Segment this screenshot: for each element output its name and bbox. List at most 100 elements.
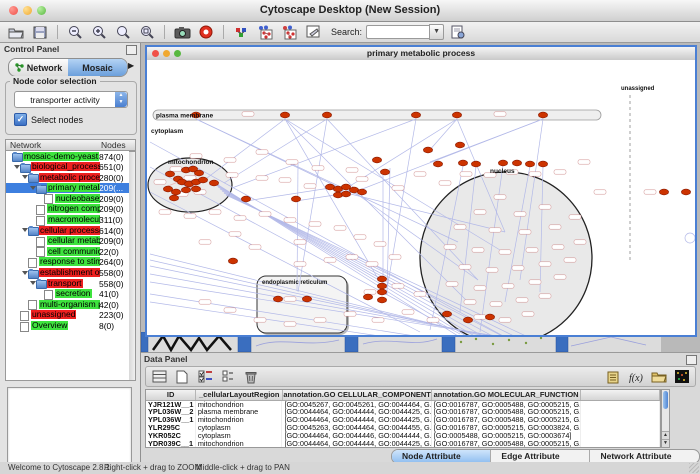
tree-row-unassigned[interactable]: unassigned223(0) xyxy=(6,310,129,321)
table-cell[interactable]: plasma membrane xyxy=(196,408,283,416)
zoom-fit-icon[interactable] xyxy=(113,24,133,41)
graph-node[interactable] xyxy=(377,283,386,289)
table-cell[interactable]: YPL036W__1 xyxy=(146,416,196,424)
birdseye-view[interactable] xyxy=(7,387,132,474)
attribute-table-header[interactable]: ID_cellularLayoutRegionannotation.GO CEL… xyxy=(146,390,660,401)
table-cell[interactable]: [GO:0044464, GO:0044444, GO:0044425, G..… xyxy=(282,416,431,424)
table-cell[interactable]: [GO:0016787, GO:0005488, GO:0005215, G..… xyxy=(432,440,581,448)
zoom-selected-icon[interactable] xyxy=(137,24,157,41)
table-cell[interactable]: [GO:0044464, GO:0044444, GO:0044425, G..… xyxy=(282,440,431,448)
matrix-icon[interactable] xyxy=(672,368,692,385)
graph-node[interactable] xyxy=(322,112,331,118)
column-header-id[interactable]: ID xyxy=(146,390,196,400)
new-network-from-selection-icon[interactable] xyxy=(279,24,299,41)
open-attributes-icon[interactable] xyxy=(649,368,669,385)
table-cell[interactable]: YLR295C xyxy=(146,424,196,432)
attribute-checklist-icon[interactable] xyxy=(195,368,215,385)
tree-row-metabolic-process[interactable]: metabolic process280(0) xyxy=(6,172,129,183)
graph-node[interactable] xyxy=(525,161,534,167)
table-cell[interactable]: [GO:0044464, GO:0044446, GO:0044444, G..… xyxy=(282,432,431,440)
graph-node[interactable] xyxy=(228,258,237,264)
import-attributes-icon[interactable] xyxy=(603,368,623,385)
formula-icon[interactable]: f(x) xyxy=(626,368,646,385)
graph-node[interactable] xyxy=(191,186,200,192)
table-cell[interactable]: [GO:0016787, GO:0005488, GO:0005215, G..… xyxy=(432,408,581,416)
graph-node[interactable] xyxy=(163,186,172,192)
table-scrollbar-thumb[interactable] xyxy=(663,391,668,409)
graph-node[interactable] xyxy=(455,142,464,148)
tree-row-primary-metabo[interactable]: primary metabo209(... xyxy=(6,183,129,194)
select-attributes-icon[interactable] xyxy=(149,368,169,385)
tree-row-response-to-stimulu[interactable]: response to stimulu264(0) xyxy=(6,257,129,268)
table-cell[interactable]: [GO:0045267, GO:0045261, GO:0044464, G..… xyxy=(282,401,431,409)
table-cell[interactable] xyxy=(581,432,660,440)
network-canvas[interactable]: plasma membranecytoplasmmitochondrionnuc… xyxy=(147,60,695,335)
attribute-list-icon[interactable] xyxy=(218,368,238,385)
tree-row-establishment-of-lo[interactable]: establishment of lo558(0) xyxy=(6,268,129,279)
graph-node[interactable] xyxy=(681,189,690,195)
graph-node[interactable] xyxy=(273,296,282,302)
create-attribute-icon[interactable] xyxy=(172,368,192,385)
table-row-ylr295c[interactable]: YLR295Ccytoplasm[GO:0045263, GO:0044464,… xyxy=(146,424,660,432)
graph-node[interactable] xyxy=(423,147,432,153)
graph-node[interactable] xyxy=(433,161,442,167)
graph-node[interactable] xyxy=(463,317,472,323)
scroll-down-arrow[interactable]: ▼ xyxy=(662,439,669,447)
graph-node[interactable] xyxy=(357,189,366,195)
column-header--cellularlayoutregion[interactable]: _cellularLayoutRegion xyxy=(196,390,283,400)
tree-row-cellular-metabo[interactable]: cellular metabo209(0) xyxy=(6,236,129,247)
graph-node[interactable] xyxy=(377,276,386,282)
zoom-out-icon[interactable] xyxy=(65,24,85,41)
select-nodes-checkbox[interactable]: ✓ xyxy=(14,113,27,126)
tree-row-multi-organism-pro[interactable]: multi-organism pro42(0) xyxy=(6,299,129,310)
graph-node[interactable] xyxy=(333,192,342,198)
table-row-ypl036w__1[interactable]: YPL036W__1mitochondrion[GO:0044464, GO:0… xyxy=(146,416,660,424)
graph-node[interactable] xyxy=(659,189,668,195)
table-cell[interactable]: [GO:0044464, GO:0044444, GO:0044425, G..… xyxy=(282,408,431,416)
float-panel-icon[interactable] xyxy=(126,45,137,55)
table-cell[interactable] xyxy=(581,408,660,416)
table-cell[interactable]: YJR121W__1 xyxy=(146,401,196,409)
graph-node[interactable] xyxy=(341,191,350,197)
scroll-up-arrow[interactable]: ▲ xyxy=(662,431,669,439)
table-row-yjr121w__1[interactable]: YJR121W__1mitochondrion[GO:0045267, GO:0… xyxy=(146,401,660,409)
graph-node[interactable] xyxy=(181,187,190,193)
table-cell[interactable]: YDR039C__1 xyxy=(146,440,196,448)
tree-row-mosaic-demo-yeast[interactable]: mosaic-demo-yeast874(0) xyxy=(6,151,129,162)
table-scrollbar[interactable]: ▲ ▼ xyxy=(661,389,670,448)
search-input[interactable] xyxy=(366,25,429,39)
tree-row-cell-communicat[interactable]: cell communicat22(0) xyxy=(6,246,129,257)
table-cell[interactable]: YKR052C xyxy=(146,432,196,440)
node-color-dropdown[interactable]: transporter activity ▲▼ xyxy=(14,91,128,108)
column-header-annotation-go-cellular-component[interactable]: annotation.GO CELLULAR_COMPONENT xyxy=(283,390,432,400)
table-cell[interactable]: [GO:0016787, GO:0005488, GO:0005215, G..… xyxy=(432,401,581,409)
table-cell[interactable]: [GO:0005488, GO:0005215, GO:0003674] xyxy=(432,432,581,440)
column-header-annotation-go-molecular-function[interactable]: annotation.GO MOLECULAR_FUNCTION xyxy=(432,390,581,400)
search-dropdown-arrow[interactable]: ▼ xyxy=(429,24,444,40)
graph-node[interactable] xyxy=(372,157,381,163)
table-row-ypl036w__2[interactable]: YPL036W__2plasma membrane[GO:0044464, GO… xyxy=(146,408,660,416)
graph-node[interactable] xyxy=(194,170,203,176)
tree-row-overview[interactable]: Overview8(0) xyxy=(6,321,129,332)
table-cell[interactable] xyxy=(581,440,660,448)
delete-attribute-icon[interactable] xyxy=(241,368,261,385)
view-zoom-button[interactable] xyxy=(174,50,181,57)
graph-node[interactable] xyxy=(380,169,389,175)
table-cell[interactable]: [GO:0045263, GO:0044464, GO:0044455, G..… xyxy=(282,424,431,432)
graph-node[interactable] xyxy=(538,161,547,167)
graph-node[interactable] xyxy=(498,160,507,166)
table-cell[interactable] xyxy=(581,401,660,409)
search-config-icon[interactable] xyxy=(448,24,468,41)
view-minimize-button[interactable] xyxy=(163,50,170,57)
view-close-button[interactable] xyxy=(152,50,159,57)
snapshot-icon[interactable] xyxy=(172,24,192,41)
network-view-titlebar[interactable]: primary metabolic process xyxy=(147,47,695,61)
tree-row-macromolecule[interactable]: macromolecule311(0) xyxy=(6,215,129,226)
table-cell[interactable]: mitochondrion xyxy=(196,401,283,409)
tree-row-cellular-process[interactable]: cellular process614(0) xyxy=(6,225,129,236)
table-cell[interactable]: [GO:0016787, GO:0005215, GO:0003824, G..… xyxy=(432,424,581,432)
graph-node[interactable] xyxy=(512,160,521,166)
graph-node[interactable] xyxy=(452,112,461,118)
table-cell[interactable]: YPL036W__2 xyxy=(146,408,196,416)
tree-row-nucleobase-[interactable]: nucleobase-209(0) xyxy=(6,193,129,204)
